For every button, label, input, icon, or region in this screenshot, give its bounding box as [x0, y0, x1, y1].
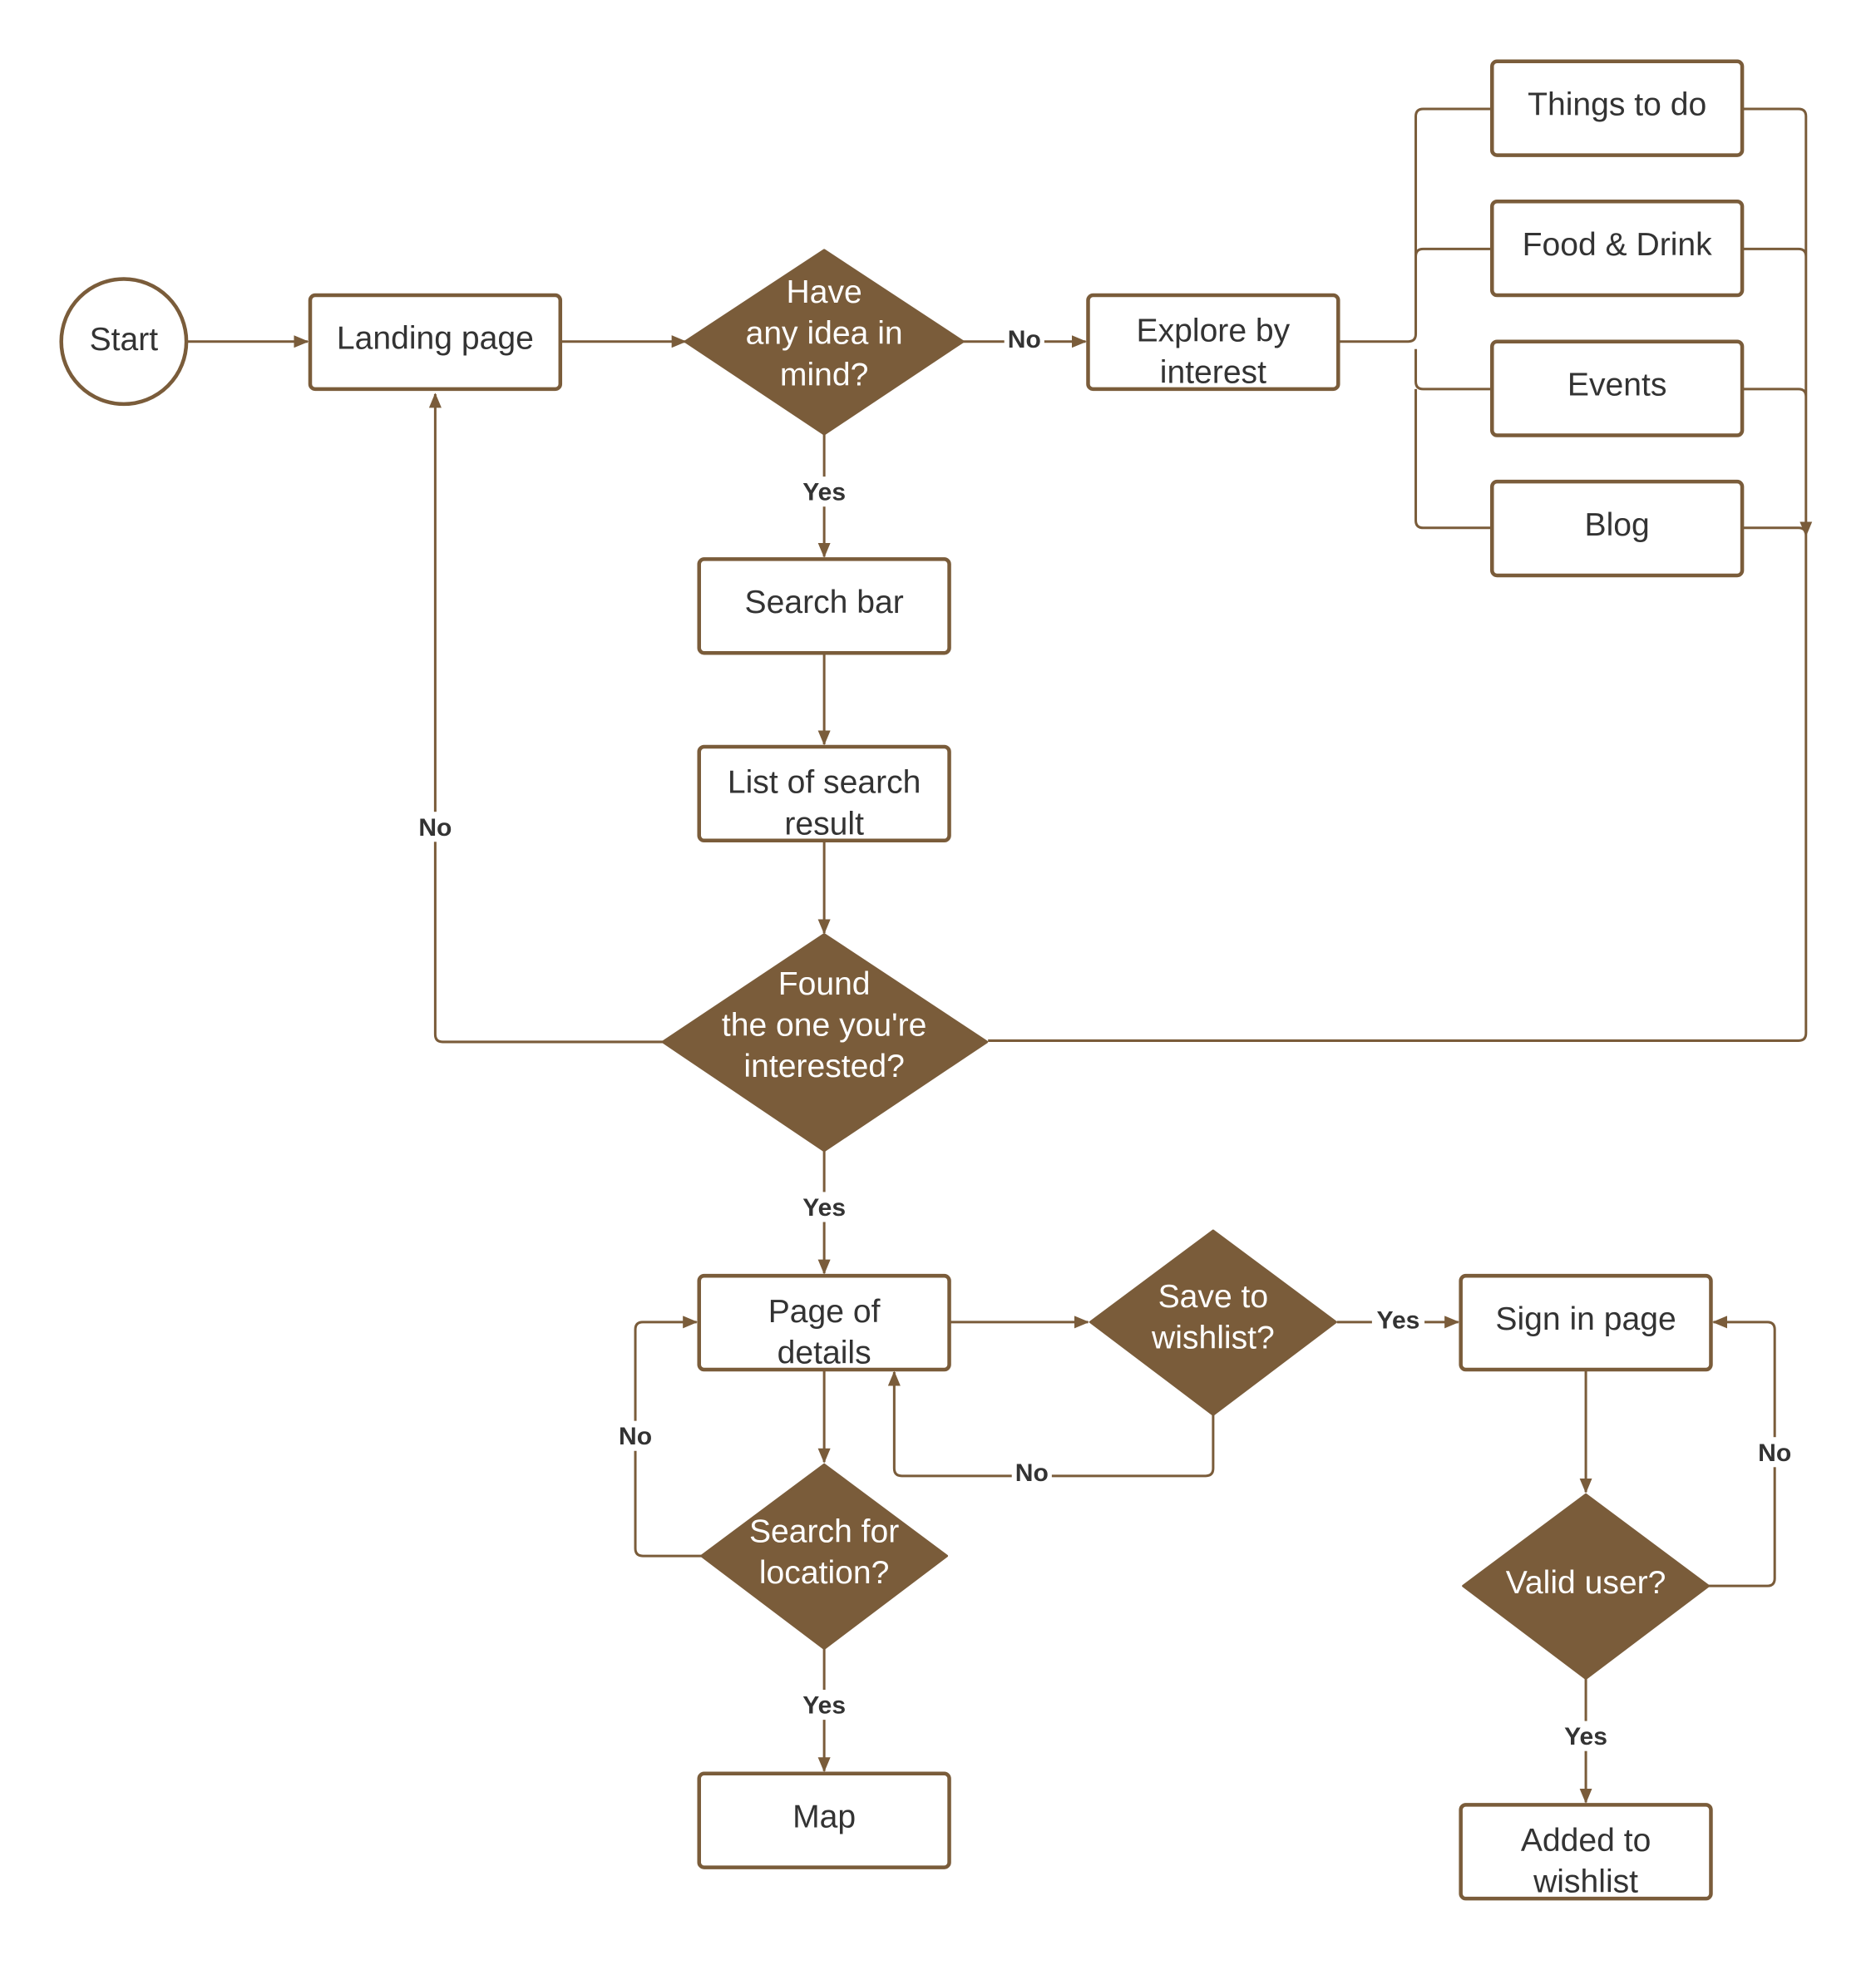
edge-label-save-no: No	[1015, 1459, 1049, 1487]
decision-save-wishlist[interactable]: Save to wishlist?	[1089, 1229, 1337, 1416]
node-list-line1: List of search	[728, 765, 921, 801]
node-landing-page[interactable]: Landing page	[308, 293, 563, 392]
node-blog-label: Blog	[1585, 507, 1650, 543]
node-details-line1: Page of	[768, 1294, 881, 1330]
node-explore-line1: Explore by	[1137, 314, 1291, 349]
edge-label-found-no: No	[418, 814, 452, 842]
decision-save-line2: wishlist?	[1151, 1320, 1275, 1355]
node-details-line2: details	[778, 1335, 871, 1370]
node-landing-page-label: Landing page	[337, 321, 534, 357]
node-search-bar[interactable]: Search bar	[697, 557, 951, 655]
decision-save-line1: Save to	[1158, 1279, 1269, 1315]
edge-label-valid-yes: Yes	[1564, 1723, 1607, 1750]
edge-label-valid-no: No	[1758, 1439, 1791, 1467]
decision-idea-line3: mind?	[780, 357, 868, 393]
node-added-line1: Added to	[1521, 1823, 1651, 1859]
flowchart: No Yes No Yes Yes No No Yes No Yes Start…	[59, 59, 1876, 1901]
node-explore[interactable]: Explore by interest	[1086, 293, 1340, 392]
node-blog[interactable]: Blog	[1490, 479, 1745, 578]
decision-found-line3: interested?	[743, 1049, 904, 1084]
node-added-to-wishlist[interactable]: Added to wishlist	[1459, 1803, 1713, 1901]
edge-label-save-yes: Yes	[1377, 1306, 1420, 1334]
edge-label-idea-yes: Yes	[802, 479, 846, 506]
edge-found-landing	[428, 393, 664, 1044]
edge-label-location-no: No	[619, 1423, 652, 1450]
node-search-results[interactable]: List of search result	[697, 744, 951, 843]
node-signin-label: Sign in page	[1495, 1301, 1676, 1337]
node-search-bar-label: Search bar	[745, 585, 904, 620]
node-events[interactable]: Events	[1490, 339, 1745, 437]
node-added-line2: wishlist	[1533, 1864, 1638, 1900]
node-events-label: Events	[1567, 367, 1667, 402]
decision-found[interactable]: Found the one you're interested?	[661, 933, 989, 1153]
node-start-label: Start	[90, 322, 159, 358]
node-food-label: Food & Drink	[1523, 227, 1713, 263]
node-sign-in-page[interactable]: Sign in page	[1459, 1273, 1713, 1372]
decision-idea-line1: Have	[787, 274, 862, 310]
decision-found-line2: the one you're	[722, 1007, 927, 1043]
decision-valid-user[interactable]: Valid user?	[1462, 1493, 1710, 1680]
node-map[interactable]: Map	[697, 1771, 951, 1869]
node-explore-line2: interest	[1160, 354, 1266, 390]
node-things-to-do[interactable]: Things to do	[1490, 59, 1745, 157]
decision-location-line1: Search for	[749, 1514, 899, 1550]
decision-idea[interactable]: Have any idea in mind?	[684, 249, 965, 436]
decision-valid-label: Valid user?	[1506, 1565, 1666, 1601]
edge-label-location-yes: Yes	[802, 1692, 846, 1720]
node-things-label: Things to do	[1528, 86, 1706, 122]
decision-search-location[interactable]: Search for location?	[700, 1463, 949, 1650]
decision-found-line1: Found	[778, 966, 871, 1002]
node-food-drink[interactable]: Food & Drink	[1490, 199, 1745, 298]
decision-idea-line2: any idea in	[746, 316, 903, 352]
node-page-of-details[interactable]: Page of details	[697, 1273, 951, 1372]
node-map-label: Map	[792, 1799, 856, 1834]
edge-explore-bracket	[1339, 107, 1491, 530]
edge-save-details	[887, 1370, 1215, 1478]
decision-location-line2: location?	[759, 1555, 890, 1591]
edge-label-found-yes: Yes	[802, 1194, 846, 1222]
node-start[interactable]: Start	[59, 277, 189, 407]
node-list-line2: result	[784, 806, 864, 842]
edge-label-idea-no: No	[1008, 326, 1041, 353]
